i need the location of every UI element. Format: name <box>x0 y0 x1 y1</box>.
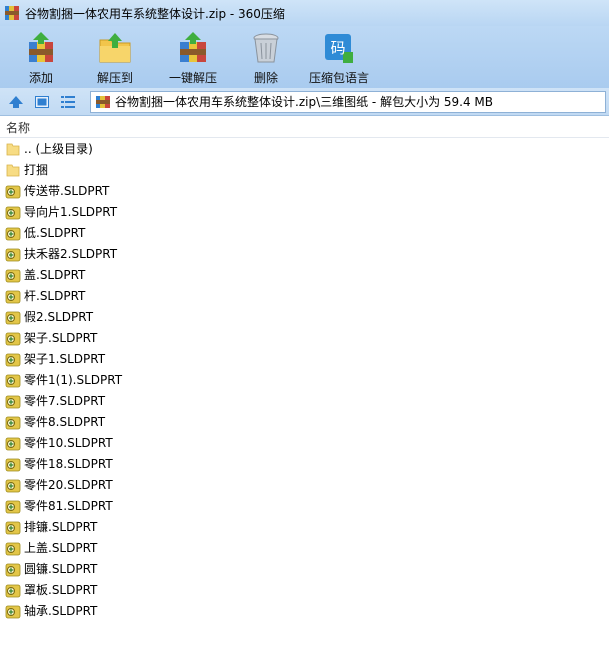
folder-icon <box>6 164 20 176</box>
sldprt-file-icon <box>5 542 21 555</box>
address-path-text: 谷物割捆一体农用车系统整体设计.zip\三维图纸 - 解包大小为 59.4 MB <box>115 95 494 109</box>
sldprt-file-icon <box>5 416 21 429</box>
one-click-extract-icon <box>180 32 206 62</box>
file-row[interactable]: 排镰.SLDPRT <box>0 516 609 537</box>
file-name: 零件1(1).SLDPRT <box>24 373 123 387</box>
folder-row[interactable]: .. (上级目录) <box>0 138 609 159</box>
file-row[interactable]: 零件81.SLDPRT <box>0 495 609 516</box>
file-row[interactable]: 罩板.SLDPRT <box>0 579 609 600</box>
up-arrow-icon[interactable] <box>6 92 26 112</box>
file-name: 假2.SLDPRT <box>24 310 94 324</box>
sldprt-file-icon <box>5 458 21 471</box>
file-row[interactable]: 轴承.SLDPRT <box>0 600 609 621</box>
sldprt-file-icon <box>5 479 21 492</box>
file-name: 零件81.SLDPRT <box>24 499 113 513</box>
archive-language-button-label: 压缩包语言 <box>308 71 369 85</box>
file-row[interactable]: 低.SLDPRT <box>0 222 609 243</box>
file-row[interactable]: 传送带.SLDPRT <box>0 180 609 201</box>
file-name: 轴承.SLDPRT <box>24 604 98 618</box>
file-row[interactable]: 上盖.SLDPRT <box>0 537 609 558</box>
delete-trash-icon <box>253 33 279 63</box>
sldprt-file-icon <box>5 353 21 366</box>
delete-button-label: 删除 <box>253 71 278 85</box>
file-name: 扶禾器2.SLDPRT <box>24 247 118 261</box>
window-title: 谷物割捆一体农用车系统整体设计.zip - 360压缩 <box>25 6 285 21</box>
file-row[interactable]: 零件8.SLDPRT <box>0 411 609 432</box>
archive-language-icon: 码 <box>325 34 353 63</box>
file-list: .. (上级目录) 打捆 传送带.SLDPRT 导向片1.SLDPRT 低.SL… <box>0 138 609 621</box>
sldprt-file-icon <box>5 437 21 450</box>
title-bar: 谷物割捆一体农用车系统整体设计.zip - 360压缩 <box>0 0 609 26</box>
sldprt-file-icon <box>5 311 21 324</box>
file-name: 上盖.SLDPRT <box>24 541 98 555</box>
file-row[interactable]: 架子.SLDPRT <box>0 327 609 348</box>
file-name: 零件18.SLDPRT <box>24 457 113 471</box>
sldprt-file-icon <box>5 206 21 219</box>
sldprt-file-icon <box>5 227 21 240</box>
toolbar: 添加 解压到 一键解压 删除 码 压缩包语言 <box>0 26 609 88</box>
sldprt-file-icon <box>5 332 21 345</box>
delete-button[interactable]: 删除 <box>232 26 300 88</box>
sldprt-file-icon <box>5 395 21 408</box>
address-path-field[interactable]: 谷物割捆一体农用车系统整体设计.zip\三维图纸 - 解包大小为 59.4 MB <box>90 90 606 113</box>
one-click-extract-button-label: 一键解压 <box>168 71 217 85</box>
file-name: 零件10.SLDPRT <box>24 436 113 450</box>
file-row[interactable]: 零件10.SLDPRT <box>0 432 609 453</box>
file-name: .. (上级目录) <box>24 142 93 156</box>
file-name: 罩板.SLDPRT <box>24 583 98 597</box>
file-row[interactable]: 零件7.SLDPRT <box>0 390 609 411</box>
sldprt-file-icon <box>5 500 21 513</box>
one-click-extract-button[interactable]: 一键解压 <box>154 26 232 88</box>
folder-row[interactable]: 打捆 <box>0 159 609 180</box>
folder-icon <box>6 143 20 155</box>
file-row[interactable]: 假2.SLDPRT <box>0 306 609 327</box>
archive-language-button[interactable]: 码 压缩包语言 <box>300 26 378 88</box>
file-name: 零件7.SLDPRT <box>24 394 106 408</box>
add-button[interactable]: 添加 <box>6 26 76 88</box>
archive-path-icon <box>96 95 110 108</box>
file-name: 排镰.SLDPRT <box>24 520 98 534</box>
column-header-name[interactable]: 名称 <box>0 117 609 138</box>
sldprt-file-icon <box>5 605 21 618</box>
file-name: 杆.SLDPRT <box>24 289 86 303</box>
sldprt-file-icon <box>5 521 21 534</box>
column-header-label: 名称 <box>6 120 31 135</box>
file-row[interactable]: 盖.SLDPRT <box>0 264 609 285</box>
sldprt-file-icon <box>5 374 21 387</box>
extract-to-icon <box>99 33 131 63</box>
file-row[interactable]: 零件1(1).SLDPRT <box>0 369 609 390</box>
thumbnail-view-icon[interactable] <box>32 92 52 112</box>
file-name: 盖.SLDPRT <box>24 268 86 282</box>
file-name: 传送带.SLDPRT <box>24 184 110 198</box>
file-name: 零件8.SLDPRT <box>24 415 106 429</box>
archive-app-icon <box>5 6 19 20</box>
sldprt-file-icon <box>5 269 21 282</box>
file-name: 低.SLDPRT <box>24 226 86 240</box>
sldprt-file-icon <box>5 248 21 261</box>
file-name: 架子1.SLDPRT <box>24 352 106 366</box>
add-button-label: 添加 <box>28 71 53 85</box>
file-name: 导向片1.SLDPRT <box>24 205 118 219</box>
file-name: 圆镰.SLDPRT <box>24 562 98 576</box>
sldprt-file-icon <box>5 584 21 597</box>
file-row[interactable]: 杆.SLDPRT <box>0 285 609 306</box>
address-bar: 谷物割捆一体农用车系统整体设计.zip\三维图纸 - 解包大小为 59.4 MB <box>0 88 609 116</box>
sldprt-file-icon <box>5 563 21 576</box>
file-row[interactable]: 圆镰.SLDPRT <box>0 558 609 579</box>
file-row[interactable]: 零件18.SLDPRT <box>0 453 609 474</box>
add-archive-icon <box>29 32 53 62</box>
file-name: 打捆 <box>24 163 49 177</box>
file-name: 零件20.SLDPRT <box>24 478 113 492</box>
sldprt-file-icon <box>5 185 21 198</box>
file-row[interactable]: 导向片1.SLDPRT <box>0 201 609 222</box>
file-name: 架子.SLDPRT <box>24 331 98 345</box>
file-row[interactable]: 扶禾器2.SLDPRT <box>0 243 609 264</box>
file-row[interactable]: 架子1.SLDPRT <box>0 348 609 369</box>
language-icon-glyph: 码 <box>330 39 345 57</box>
sldprt-file-icon <box>5 290 21 303</box>
list-view-icon[interactable] <box>58 92 78 112</box>
extract-to-button[interactable]: 解压到 <box>76 26 154 88</box>
file-row[interactable]: 零件20.SLDPRT <box>0 474 609 495</box>
extract-to-button-label: 解压到 <box>96 71 133 85</box>
